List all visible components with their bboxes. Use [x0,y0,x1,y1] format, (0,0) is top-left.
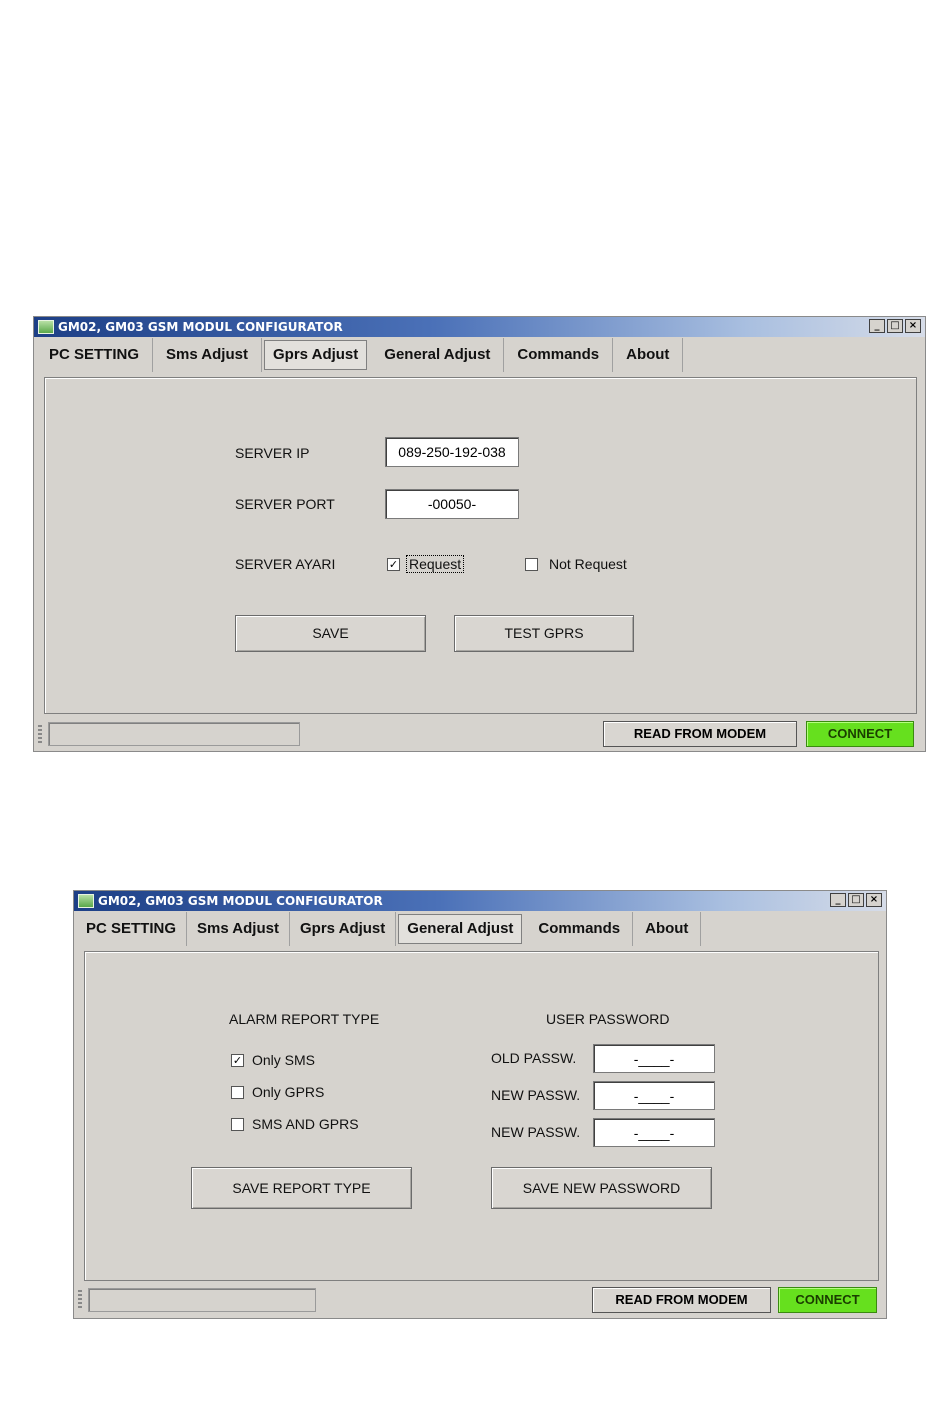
general-adjust-panel: ALARM REPORT TYPE ✓ Only SMS Only GPRS S… [84,951,879,1281]
window-title: GM02, GM03 GSM MODUL CONFIGURATOR [98,894,383,908]
connect-button[interactable]: CONNECT [806,721,914,747]
tab-bar: PC SETTING Sms Adjust Gprs Adjust Genera… [76,912,702,946]
only-gprs-label[interactable]: Only GPRS [252,1084,324,1100]
tab-gprs-adjust[interactable]: Gprs Adjust [290,912,397,946]
minimize-button[interactable]: _ [830,893,846,907]
tab-sms-adjust[interactable]: Sms Adjust [187,912,290,946]
old-passw-input[interactable]: -____- [593,1044,715,1073]
save-button[interactable]: SAVE [235,615,426,652]
window-title: GM02, GM03 GSM MODUL CONFIGURATOR [58,320,343,334]
save-new-password-button[interactable]: SAVE NEW PASSWORD [491,1167,712,1209]
new-passw-confirm-label: NEW PASSW. [491,1124,581,1140]
tab-about[interactable]: About [613,338,684,372]
request-label[interactable]: Request [405,555,465,573]
new-passw-label: NEW PASSW. [491,1087,581,1103]
only-sms-label[interactable]: Only SMS [252,1052,315,1068]
app-icon [38,320,54,334]
maximize-button[interactable]: □ [848,893,864,907]
resize-grip-icon[interactable] [38,725,42,745]
sms-and-gprs-label[interactable]: SMS AND GPRS [252,1116,359,1132]
tab-pc-setting[interactable]: PC SETTING [76,912,188,946]
tab-sms-adjust[interactable]: Sms Adjust [153,338,262,372]
progress-bar [48,722,300,746]
maximize-button[interactable]: □ [887,319,903,333]
connect-button[interactable]: CONNECT [778,1287,877,1313]
minimize-button[interactable]: _ [869,319,885,333]
tab-pc-setting[interactable]: PC SETTING [36,338,154,372]
sms-and-gprs-checkbox[interactable] [231,1118,244,1131]
user-password-label: USER PASSWORD [546,1011,670,1027]
tab-general-adjust[interactable]: General Adjust [371,338,505,372]
progress-bar [88,1288,316,1312]
title-bar[interactable]: GM02, GM03 GSM MODUL CONFIGURATOR _ □ × [74,891,886,911]
tab-about[interactable]: About [633,912,702,946]
test-gprs-button[interactable]: TEST GPRS [454,615,634,652]
close-button[interactable]: × [905,319,921,333]
status-bar: READ FROM MODEM CONNECT [34,717,925,751]
only-gprs-checkbox[interactable] [231,1086,244,1099]
tab-bar: PC SETTING Sms Adjust Gprs Adjust Genera… [36,338,684,372]
not-request-checkbox[interactable] [525,558,538,571]
resize-grip-icon[interactable] [78,1290,82,1310]
save-report-type-button[interactable]: SAVE REPORT TYPE [191,1167,412,1209]
read-from-modem-button[interactable]: READ FROM MODEM [592,1287,771,1313]
old-passw-label: OLD PASSW. [491,1050,577,1066]
server-port-input[interactable]: -00050- [385,489,519,519]
server-ip-input[interactable]: 089-250-192-038 [385,437,519,467]
tab-commands[interactable]: Commands [526,912,634,946]
read-from-modem-button[interactable]: READ FROM MODEM [603,721,797,747]
request-checkbox[interactable]: ✓ [387,558,400,571]
status-bar: READ FROM MODEM CONNECT [74,1282,886,1318]
configurator-window-gprs: GM02, GM03 GSM MODUL CONFIGURATOR _ □ × … [33,316,926,752]
configurator-window-general: GM02, GM03 GSM MODUL CONFIGURATOR _ □ × … [73,890,887,1319]
tab-general-adjust[interactable]: General Adjust [398,914,523,944]
app-icon [78,894,94,908]
gprs-adjust-panel: SERVER IP 089-250-192-038 SERVER PORT -0… [44,377,917,714]
server-port-label: SERVER PORT [235,496,335,512]
new-passw-input[interactable]: -____- [593,1081,715,1110]
tab-commands[interactable]: Commands [504,338,614,372]
tab-gprs-adjust[interactable]: Gprs Adjust [263,340,368,370]
not-request-label[interactable]: Not Request [549,556,627,572]
new-passw-confirm-input[interactable]: -____- [593,1118,715,1147]
title-bar[interactable]: GM02, GM03 GSM MODUL CONFIGURATOR _ □ × [34,317,925,337]
alarm-report-type-label: ALARM REPORT TYPE [229,1011,380,1027]
close-button[interactable]: × [866,893,882,907]
server-ip-label: SERVER IP [235,445,310,461]
only-sms-checkbox[interactable]: ✓ [231,1054,244,1067]
server-ayari-label: SERVER AYARI [235,556,336,572]
